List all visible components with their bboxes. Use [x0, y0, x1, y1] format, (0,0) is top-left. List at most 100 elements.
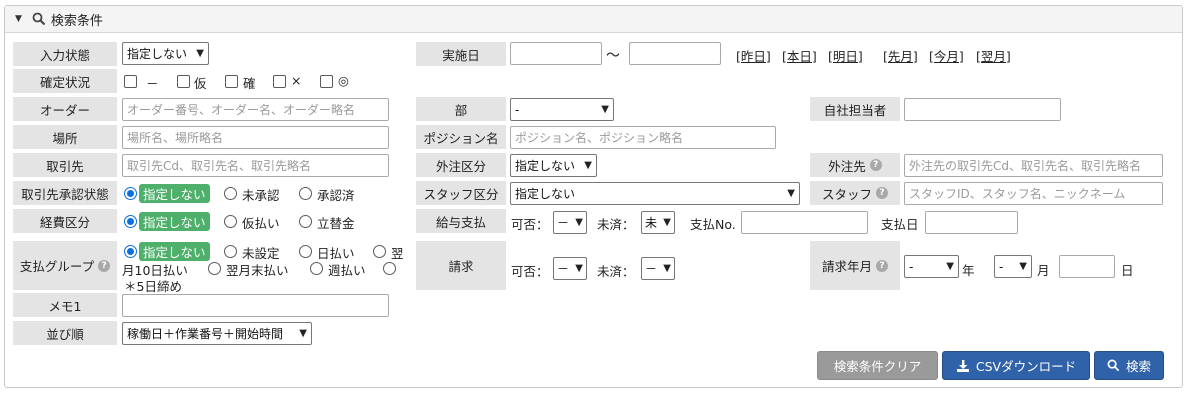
chevron-down-icon: ▼ [575, 263, 583, 274]
link-tomorrow[interactable]: [明日] [828, 46, 863, 65]
expense-radio-advance[interactable] [224, 215, 237, 228]
salary-payment-no-label: 支払No. [690, 217, 736, 232]
dept-select-value: - [515, 102, 520, 117]
client-approval-option-any[interactable]: 指定しない [139, 184, 210, 203]
label-staff-type: スタッフ区分 [416, 181, 506, 205]
chevron-down-icon: ▼ [584, 160, 592, 171]
confirm-checkbox-cancel[interactable] [273, 75, 286, 88]
confirm-checkbox-tentative[interactable] [177, 75, 190, 88]
label-date: 実施日 [416, 42, 506, 66]
dept-select[interactable]: - ▼ [510, 98, 614, 121]
chevron-down-icon: ▼ [575, 217, 583, 228]
confirm-label-double: ◎ [338, 73, 349, 88]
salary-unsettled-select[interactable]: 未 ▼ [641, 211, 675, 234]
position-input[interactable] [510, 126, 776, 149]
input-status-select[interactable]: 指定しない ▼ [122, 42, 209, 65]
billing-day-unit: 日 [1121, 263, 1134, 278]
panel-title: 検索条件 [50, 13, 103, 29]
confirm-checkbox-none[interactable] [124, 75, 137, 88]
expense-radio-any[interactable] [124, 215, 137, 228]
outsource-type-select[interactable]: 指定しない ▼ [510, 154, 597, 177]
billing-possible-value: － [557, 262, 570, 276]
payment-group-radio-daily[interactable] [299, 245, 312, 258]
payment-group-option-weekly: 週払い [328, 263, 366, 278]
confirm-label-confirmed: 確 [243, 76, 256, 91]
label-staff-text: スタッフ [821, 186, 872, 202]
client-approval-radio-unapproved[interactable] [224, 187, 237, 200]
label-payment-group: 支払グループ? [13, 241, 117, 290]
link-yesterday[interactable]: [昨日] [736, 46, 771, 65]
salary-unsettled-label: 未済： [597, 217, 635, 232]
billing-day-input[interactable] [1059, 255, 1115, 278]
help-icon[interactable]: ? [876, 187, 888, 199]
label-position: ポジション名 [416, 125, 506, 149]
csv-download-button[interactable]: CSVダウンロード [942, 351, 1090, 380]
order-input[interactable] [122, 98, 389, 121]
help-icon[interactable]: ? [98, 259, 111, 272]
salary-payment-date-label: 支払日 [881, 217, 919, 232]
link-today[interactable]: [本日] [782, 46, 817, 65]
staff-type-select[interactable]: 指定しない ▼ [510, 182, 800, 205]
link-this-month[interactable]: [今月] [929, 46, 964, 65]
payment-group-radio-unset[interactable] [224, 245, 237, 258]
confirm-label-none: － [146, 76, 159, 91]
link-last-month-text: [先月] [883, 49, 918, 64]
salary-unsettled-value: 未 [645, 216, 658, 230]
link-last-month[interactable]: [先月] [883, 46, 918, 65]
billing-month-unit: 月 [1037, 263, 1050, 278]
billing-unsettled-select[interactable]: － ▼ [641, 257, 675, 280]
link-next-month[interactable]: [翌月] [976, 46, 1011, 65]
clear-conditions-button[interactable]: 検索条件クリア [817, 351, 938, 380]
payment-group-radio-weekly[interactable] [310, 262, 323, 275]
label-billing: 請求 [416, 241, 506, 290]
search-button[interactable]: 検索 [1094, 351, 1164, 380]
billing-possible-select[interactable]: － ▼ [553, 257, 587, 280]
label-in-house: 自社担当者 [810, 97, 900, 121]
panel-header[interactable]: ▼ 検索条件 [5, 6, 1182, 33]
billing-unsettled-value: － [645, 262, 658, 276]
salary-possible-select[interactable]: － ▼ [553, 211, 587, 234]
search-button-label: 検索 [1125, 359, 1151, 374]
confirm-checkbox-confirmed[interactable] [225, 75, 238, 88]
expense-radio-reimburse[interactable] [299, 215, 312, 228]
billing-year-select[interactable]: - ▼ [904, 255, 959, 278]
payment-no-input[interactable] [741, 211, 868, 234]
billing-month-select[interactable]: - ▼ [994, 255, 1032, 278]
outsource-type-select-value: 指定しない [515, 159, 576, 173]
memo-input[interactable] [122, 294, 389, 317]
confirm-checkbox-double[interactable] [320, 75, 333, 88]
help-icon[interactable]: ? [876, 259, 888, 272]
payment-group-radio-5th[interactable] [383, 262, 396, 275]
date-to-input[interactable] [629, 42, 721, 65]
payment-group-radio-month-end[interactable] [208, 262, 221, 275]
confirm-label-cancel: × [291, 73, 302, 88]
chevron-down-icon: ▼ [299, 328, 307, 339]
outsource-to-input[interactable] [904, 154, 1163, 177]
client-input[interactable] [122, 154, 389, 177]
in-house-input[interactable] [904, 98, 1061, 121]
expense-option-any[interactable]: 指定しない [139, 212, 210, 231]
clear-conditions-label: 検索条件クリア [833, 359, 922, 374]
payment-group-radio-any[interactable] [124, 245, 137, 258]
label-billing-ym: 請求年月? [810, 241, 900, 290]
staff-input[interactable] [904, 182, 1163, 205]
payment-group-option-any[interactable]: 指定しない [139, 242, 210, 261]
sort-select[interactable]: 稼働日＋作業番号＋開始時間 ▼ [122, 322, 312, 345]
label-outsource-to-text: 外注先 [828, 158, 866, 174]
client-approval-radio-approved[interactable] [299, 187, 312, 200]
label-payment-group-text: 支払グループ [19, 259, 95, 274]
payment-date-input[interactable] [925, 211, 1018, 234]
search-icon [1107, 359, 1120, 372]
date-from-input[interactable] [510, 42, 602, 65]
sort-select-value: 稼働日＋作業番号＋開始時間 [127, 327, 284, 341]
payment-group-radio-next[interactable] [373, 245, 386, 258]
help-icon[interactable]: ? [869, 159, 882, 171]
place-input[interactable] [122, 126, 389, 149]
collapse-caret-icon[interactable]: ▼ [15, 14, 22, 24]
chevron-down-icon: ▼ [663, 263, 671, 274]
client-approval-radio-any[interactable] [124, 187, 137, 200]
billing-possible-label: 可否： [511, 264, 549, 279]
csv-download-label: CSVダウンロード [975, 359, 1077, 374]
label-order: オーダー [13, 97, 117, 121]
link-today-text: [本日] [782, 49, 817, 64]
